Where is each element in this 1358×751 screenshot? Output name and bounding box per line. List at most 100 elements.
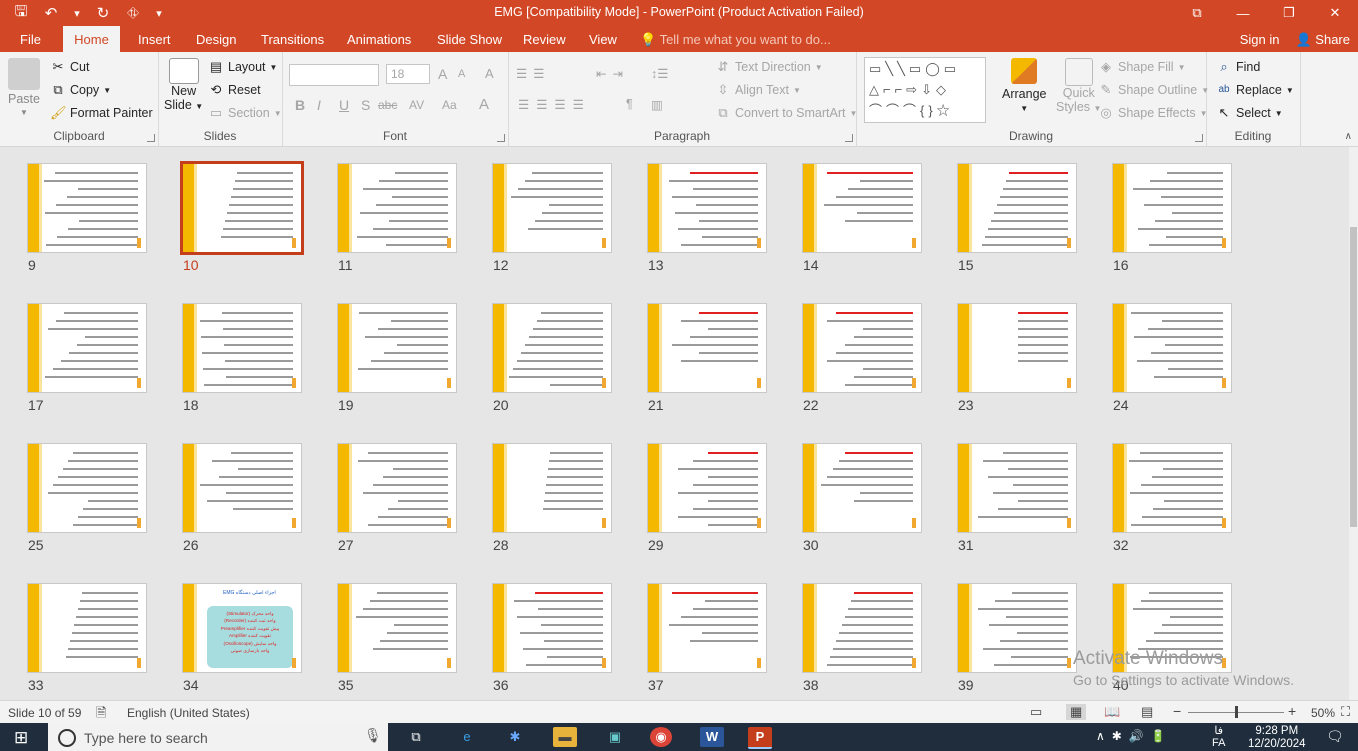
slide-thumbnail[interactable] <box>1112 163 1232 253</box>
slide-thumbnail[interactable] <box>957 163 1077 253</box>
slideshow-view-icon[interactable]: ▤ <box>1141 704 1153 720</box>
computer-app-icon[interactable]: ▣ <box>603 727 627 747</box>
slide-sorter[interactable]: 9 10 11 12 13 14 15 16 17 18 19 20 21 22 23 24 25 26 27 28 2… <box>0 147 1349 700</box>
chrome-icon[interactable]: ◉ <box>650 727 672 747</box>
system-tray-icons[interactable]: ∧✱🔊🔋 <box>1096 729 1173 743</box>
clock[interactable]: 9:28 PM 12/20/2024 <box>1248 725 1306 751</box>
slide-thumbnail[interactable] <box>27 583 147 673</box>
file-explorer-icon[interactable]: ▬ <box>553 727 577 747</box>
slide-thumbnail[interactable] <box>337 443 457 533</box>
change-case-button[interactable]: Aa <box>442 98 457 112</box>
slide-thumbnail[interactable] <box>802 583 922 673</box>
slide-thumbnail[interactable] <box>337 303 457 393</box>
tab-design[interactable]: Design <box>187 26 245 52</box>
task-view-icon[interactable]: ⧉ <box>404 727 428 747</box>
text-direction-button[interactable]: ⇵ Text Direction ▼ <box>715 59 823 75</box>
slide-sorter-view-icon[interactable]: ▦ <box>1066 704 1087 720</box>
slide-thumbnail[interactable] <box>180 161 304 255</box>
tell-me-box[interactable]: 💡 Tell me what you want to do... <box>640 26 831 52</box>
notifications-icon[interactable]: 🗨 <box>1326 728 1344 745</box>
word-icon[interactable]: W <box>700 727 724 747</box>
text-direction-rtl-button[interactable]: ¶ <box>626 97 633 111</box>
slide-thumbnail[interactable] <box>492 443 612 533</box>
replace-button[interactable]: ab Replace ▼ <box>1216 82 1293 98</box>
alignment-buttons[interactable]: ☰☰☰☰ <box>518 97 591 112</box>
normal-view-icon[interactable]: ▭ <box>1030 704 1042 720</box>
tab-insert[interactable]: Insert <box>129 26 180 52</box>
find-button[interactable]: ⌕ Find <box>1216 59 1260 75</box>
bullets-button[interactable]: ☰☰ <box>516 66 550 81</box>
clear-formatting-button[interactable]: A <box>485 66 494 81</box>
slide-thumbnail[interactable] <box>647 583 767 673</box>
fit-to-window-icon[interactable]: ⛶ <box>1341 704 1350 720</box>
slide-thumbnail[interactable] <box>957 583 1077 673</box>
shadow-button[interactable]: S <box>361 97 370 113</box>
slide-thumbnail[interactable] <box>27 303 147 393</box>
edge-browser-icon[interactable]: e <box>455 727 479 747</box>
slide-thumbnail[interactable] <box>27 163 147 253</box>
paste-button[interactable]: Paste ▼ <box>8 58 40 117</box>
slide-thumbnail[interactable] <box>957 443 1077 533</box>
minimize-button[interactable]: — <box>1220 0 1266 26</box>
windows-start-icon[interactable]: ⊞ <box>14 728 28 748</box>
slide-thumbnail[interactable] <box>802 163 922 253</box>
align-text-button[interactable]: ⇳ Align Text ▼ <box>715 82 801 98</box>
select-button[interactable]: ↖ Select ▼ <box>1216 105 1283 121</box>
slide-thumbnail[interactable] <box>647 443 767 533</box>
italic-button[interactable]: I <box>317 97 321 113</box>
tab-review[interactable]: Review <box>514 26 575 52</box>
columns-button[interactable]: ▥ <box>651 97 663 112</box>
arrange-button[interactable]: Arrange ▼ <box>1002 58 1046 113</box>
microphone-icon[interactable]: 🎙 <box>364 727 382 744</box>
slide-thumbnail[interactable] <box>957 303 1077 393</box>
bold-button[interactable]: B <box>295 97 305 113</box>
tab-home[interactable]: Home <box>63 26 120 52</box>
line-spacing-button[interactable]: ↕☰ <box>651 66 668 81</box>
slide-thumbnail[interactable] <box>27 443 147 533</box>
shrink-font-button[interactable]: A <box>458 68 465 80</box>
indent-buttons[interactable]: ⇤⇥ <box>596 66 629 81</box>
dialog-launcher-icon[interactable] <box>147 134 155 142</box>
slide-thumbnail[interactable] <box>1112 443 1232 533</box>
shapes-gallery[interactable]: ▭╲╲▭◯▭ △⌐⌐⇨⇩◇ ⌒⌒⌒{}☆ <box>864 57 986 123</box>
slide-thumbnail[interactable] <box>647 163 767 253</box>
zoom-slider-knob[interactable] <box>1235 706 1238 718</box>
grow-font-button[interactable]: A <box>438 66 447 82</box>
vertical-scrollbar[interactable] <box>1349 147 1358 700</box>
restore-button[interactable]: ❐ <box>1266 0 1312 26</box>
slide-thumbnail[interactable] <box>337 163 457 253</box>
slide-thumbnail[interactable]: اجزاء اصلی دستگاه EMG (Stimulator) واحد م… <box>182 583 302 673</box>
bluetooth-app-icon[interactable]: ✱ <box>503 727 527 747</box>
collapse-ribbon-icon[interactable]: ∧ <box>1345 131 1352 142</box>
powerpoint-icon[interactable]: P <box>748 727 772 749</box>
convert-smartart-button[interactable]: ⧉ Convert to SmartArt ▼ <box>715 105 857 121</box>
ribbon-display-options-button[interactable]: ⧉ <box>1174 0 1220 26</box>
slide-thumbnail[interactable] <box>802 443 922 533</box>
character-spacing-button[interactable]: AV <box>409 98 424 112</box>
slide-thumbnail[interactable] <box>802 303 922 393</box>
layout-button[interactable]: ▤ Layout ▼ <box>208 59 278 75</box>
dialog-launcher-icon[interactable] <box>1195 134 1203 142</box>
tab-animations[interactable]: Animations <box>338 26 420 52</box>
zoom-level[interactable]: 50% <box>1311 706 1335 720</box>
tab-slide-show[interactable]: Slide Show <box>428 26 511 52</box>
copy-button[interactable]: ⧉ Copy ▼ <box>50 82 111 98</box>
new-slide-button[interactable]: New Slide ▼ <box>164 58 203 112</box>
slide-thumbnail[interactable] <box>492 163 612 253</box>
tab-file[interactable]: File <box>11 26 50 52</box>
slide-thumbnail[interactable] <box>182 303 302 393</box>
shape-fill-button[interactable]: ◈ Shape Fill ▼ <box>1098 59 1186 75</box>
zoom-out-icon[interactable]: − <box>1173 703 1181 719</box>
language-indicator[interactable]: English (United States) <box>127 706 250 720</box>
font-name-box[interactable] <box>289 64 379 86</box>
slide-thumbnail[interactable] <box>182 443 302 533</box>
reset-button[interactable]: ⟲ Reset <box>208 82 261 98</box>
cut-button[interactable]: ✂ Cut <box>50 59 90 75</box>
section-button[interactable]: ▭ Section ▼ <box>208 105 282 121</box>
tab-view[interactable]: View <box>580 26 626 52</box>
font-size-box[interactable]: 18 <box>386 64 430 84</box>
slide-thumbnail[interactable] <box>647 303 767 393</box>
scrollbar-thumb[interactable] <box>1350 227 1357 527</box>
strikethrough-button[interactable]: abc <box>378 98 397 112</box>
input-language[interactable]: فا FA <box>1212 725 1225 749</box>
